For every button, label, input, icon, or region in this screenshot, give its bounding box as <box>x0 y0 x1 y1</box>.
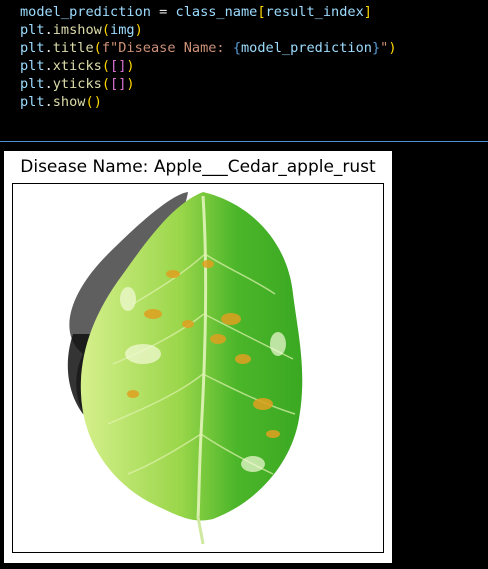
code-token: ( <box>93 40 102 56</box>
code-token: } <box>371 40 381 56</box>
code-token: . <box>44 76 53 92</box>
code-line-5: plt.yticks([]) <box>20 75 135 93</box>
code-token: result_index <box>265 4 364 20</box>
code-token: imshow <box>52 22 102 38</box>
leaf-image <box>67 192 303 545</box>
code-token: img <box>110 22 135 38</box>
code-token: ) <box>388 40 397 56</box>
code-token: ) <box>93 94 102 110</box>
leaf-body <box>80 192 303 521</box>
code-token: model_prediction <box>20 4 151 20</box>
plot-title: Disease Name: Apple___Cedar_apple_rust <box>20 157 376 177</box>
code-token: class_name <box>175 4 258 20</box>
code-token: . <box>44 58 53 74</box>
code-token: [ <box>110 76 119 92</box>
code-token: . <box>44 40 53 56</box>
code-token: . <box>44 22 53 38</box>
plot-output: Disease Name: Apple___Cedar_apple_rust <box>4 151 392 563</box>
code-line-1: model_prediction = class_name[result_ind… <box>20 3 372 21</box>
code-token: yticks <box>52 76 102 92</box>
code-cell[interactable]: model_prediction = class_name[result_ind… <box>0 0 488 140</box>
code-token: xticks <box>52 58 102 74</box>
code-token: ) <box>126 58 135 74</box>
code-token: ( <box>101 76 111 92</box>
code-token: [ <box>110 58 119 74</box>
code-line-2: plt.imshow(img) <box>20 21 143 39</box>
code-token: plt <box>20 58 45 74</box>
code-line-4: plt.xticks([]) <box>20 57 135 75</box>
code-token: plt <box>20 22 45 38</box>
cell-divider <box>0 141 488 142</box>
code-token: plt <box>20 76 45 92</box>
code-token: [ <box>257 4 266 20</box>
code-token: { <box>232 40 241 56</box>
code-token: show <box>52 94 86 110</box>
code-token: f"Disease Name: <box>101 40 233 56</box>
code-token: = <box>150 4 176 20</box>
code-token: ( <box>85 94 94 110</box>
code-token: . <box>44 94 53 110</box>
code-token: ) <box>134 22 143 38</box>
code-token: ( <box>101 58 111 74</box>
code-token: title <box>52 40 94 56</box>
code-token: plt <box>20 94 45 110</box>
code-token: ) <box>126 76 135 92</box>
code-token: model_prediction <box>241 40 372 56</box>
code-token: ] <box>363 4 372 20</box>
code-line-6: plt.show() <box>20 93 102 111</box>
code-line-3: plt.title(f"Disease Name: {model_predict… <box>20 39 397 57</box>
code-token: ( <box>101 22 111 38</box>
plot-axes <box>12 183 384 553</box>
code-token: plt <box>20 40 45 56</box>
